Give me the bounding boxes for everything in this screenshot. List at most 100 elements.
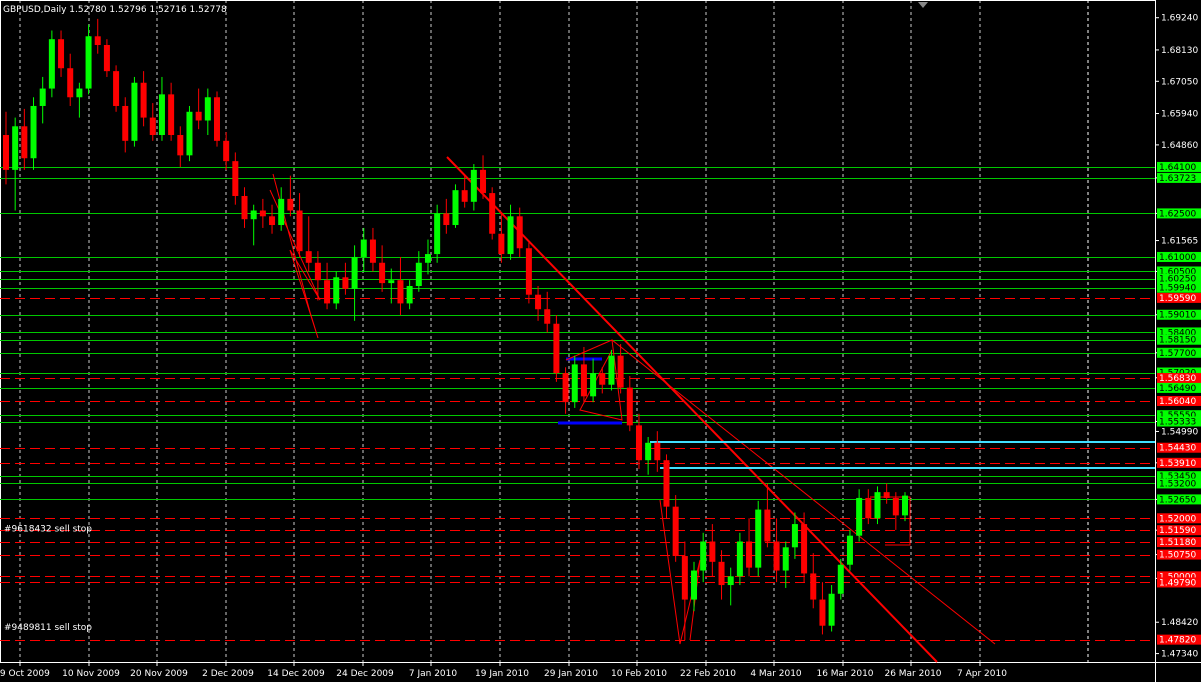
candle[interactable] bbox=[617, 344, 624, 394]
candle[interactable] bbox=[718, 550, 725, 600]
candle[interactable] bbox=[122, 97, 129, 153]
candle-body bbox=[21, 126, 28, 159]
candle[interactable] bbox=[250, 204, 257, 246]
candle[interactable] bbox=[571, 355, 578, 408]
candle[interactable] bbox=[902, 492, 908, 522]
candle[interactable] bbox=[626, 376, 633, 432]
candle[interactable] bbox=[516, 207, 523, 257]
candle[interactable] bbox=[287, 175, 294, 217]
candle[interactable] bbox=[369, 227, 376, 272]
candle[interactable] bbox=[149, 103, 156, 141]
candle[interactable] bbox=[76, 82, 83, 118]
candle[interactable] bbox=[764, 483, 771, 548]
candle[interactable] bbox=[819, 582, 826, 635]
order-label[interactable]: #9489811 sell stop bbox=[4, 623, 92, 633]
candle[interactable] bbox=[691, 561, 698, 612]
candle[interactable] bbox=[360, 227, 367, 272]
candle[interactable] bbox=[461, 175, 468, 208]
candle[interactable] bbox=[810, 553, 817, 609]
candle[interactable] bbox=[269, 204, 276, 234]
candle[interactable] bbox=[782, 541, 789, 588]
candle[interactable] bbox=[30, 97, 37, 170]
scroll-marker-icon[interactable] bbox=[918, 2, 928, 8]
candle[interactable] bbox=[3, 111, 9, 185]
candle[interactable] bbox=[241, 187, 248, 228]
candle[interactable] bbox=[351, 245, 358, 321]
candle[interactable] bbox=[709, 524, 716, 577]
candle[interactable] bbox=[158, 76, 165, 141]
candle[interactable] bbox=[856, 489, 863, 542]
candle[interactable] bbox=[204, 88, 211, 136]
candle[interactable] bbox=[278, 187, 285, 231]
candle[interactable] bbox=[424, 239, 431, 275]
candle[interactable] bbox=[259, 198, 266, 228]
candle[interactable] bbox=[48, 30, 55, 98]
candle[interactable] bbox=[223, 132, 230, 170]
candle-body bbox=[553, 323, 560, 374]
candle[interactable] bbox=[39, 76, 46, 124]
candle[interactable] bbox=[672, 495, 679, 562]
candle[interactable] bbox=[21, 108, 28, 170]
candle[interactable] bbox=[746, 518, 753, 577]
candle[interactable] bbox=[681, 541, 688, 641]
candle[interactable] bbox=[480, 155, 487, 199]
candle[interactable] bbox=[727, 567, 734, 606]
candle[interactable] bbox=[507, 204, 514, 260]
chart-window[interactable]: #9618432 sell stop #9489811 sell stop 1.6… bbox=[0, 0, 1201, 682]
candle[interactable] bbox=[580, 346, 587, 403]
candle[interactable] bbox=[434, 204, 441, 263]
candle[interactable] bbox=[406, 280, 413, 310]
candle[interactable] bbox=[663, 454, 670, 519]
candle[interactable] bbox=[333, 271, 340, 310]
candle[interactable] bbox=[736, 532, 743, 586]
candle[interactable] bbox=[470, 164, 477, 211]
order-label[interactable]: #9618432 sell stop bbox=[4, 524, 92, 534]
candle[interactable] bbox=[846, 529, 853, 571]
candle[interactable] bbox=[544, 291, 551, 333]
candle[interactable] bbox=[553, 315, 560, 382]
candle[interactable] bbox=[140, 71, 147, 127]
candle[interactable] bbox=[379, 245, 386, 292]
candle[interactable] bbox=[186, 105, 193, 162]
candle[interactable] bbox=[305, 216, 312, 272]
candle[interactable] bbox=[397, 256, 404, 316]
candle[interactable] bbox=[232, 152, 239, 205]
candle[interactable] bbox=[452, 184, 459, 228]
candle[interactable] bbox=[195, 88, 202, 130]
candle[interactable] bbox=[67, 53, 74, 106]
candle[interactable] bbox=[700, 532, 707, 583]
candle[interactable] bbox=[892, 492, 899, 530]
candle[interactable] bbox=[883, 483, 890, 504]
candle[interactable] bbox=[168, 82, 175, 141]
candle[interactable] bbox=[562, 367, 569, 414]
candle[interactable] bbox=[103, 39, 110, 77]
candle[interactable] bbox=[791, 512, 798, 559]
candle[interactable] bbox=[177, 126, 184, 167]
level-price-tag-label: 1.62500 bbox=[1159, 209, 1196, 219]
order-labels: #9618432 sell stop #9489811 sell stop bbox=[4, 524, 92, 633]
candle[interactable] bbox=[837, 558, 844, 600]
candle[interactable] bbox=[85, 24, 92, 95]
candle[interactable] bbox=[131, 76, 138, 147]
candle[interactable] bbox=[654, 431, 661, 472]
candle[interactable] bbox=[94, 18, 101, 54]
candle[interactable] bbox=[324, 262, 331, 310]
candle-body bbox=[525, 248, 532, 295]
candle[interactable] bbox=[755, 500, 762, 577]
candle[interactable] bbox=[498, 213, 505, 263]
candle[interactable] bbox=[443, 198, 450, 234]
candle[interactable] bbox=[296, 193, 303, 257]
candle[interactable] bbox=[590, 358, 597, 403]
candle[interactable] bbox=[113, 65, 120, 112]
candle[interactable] bbox=[828, 585, 835, 632]
price-chart[interactable]: #9618432 sell stop #9489811 sell stop 1.6… bbox=[0, 0, 1201, 682]
candle[interactable] bbox=[342, 262, 349, 295]
candle[interactable] bbox=[525, 242, 532, 304]
pattern-lines-dec[interactable] bbox=[269, 173, 321, 339]
candle-body bbox=[269, 216, 276, 226]
candle[interactable] bbox=[608, 349, 615, 391]
candle[interactable] bbox=[213, 91, 220, 147]
candle[interactable] bbox=[489, 187, 496, 240]
candle[interactable] bbox=[58, 30, 65, 77]
candle[interactable] bbox=[12, 117, 19, 211]
